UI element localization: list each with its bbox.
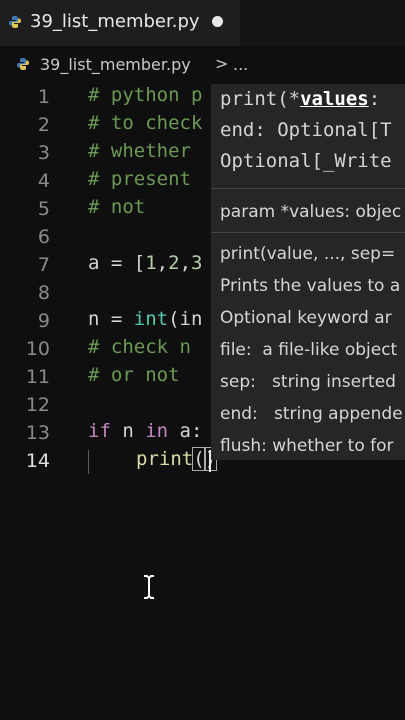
- code-token-function: print: [136, 448, 194, 470]
- code-token: ,: [179, 252, 192, 274]
- code-line-4: # present: [88, 168, 191, 190]
- active-parameter: values: [300, 88, 369, 110]
- code-line-11: # or not: [88, 364, 180, 386]
- signature-line-1: print(*values:: [220, 88, 380, 110]
- line-number: 2: [37, 114, 50, 136]
- doc-line: Optional keyword ar: [220, 308, 392, 328]
- doc-line: sep: string inserted: [220, 372, 396, 392]
- line-number: 13: [25, 422, 50, 444]
- breadcrumb-separator: >: [215, 54, 229, 73]
- code-line-5: # not: [88, 196, 146, 218]
- line-number: 5: [37, 198, 50, 220]
- doc-line: print(value, ..., sep=: [220, 244, 396, 264]
- hover-divider: [211, 188, 405, 189]
- code-line-2: # to check: [88, 112, 203, 134]
- code-line-14: print(): [136, 447, 218, 471]
- line-number: 7: [37, 254, 50, 276]
- indent-guide: [88, 450, 89, 474]
- code-line-1: # python p: [88, 84, 203, 106]
- code-token: ,: [156, 252, 169, 274]
- code-line-9: n = int(in: [88, 308, 202, 330]
- breadcrumb: 39_list_member.py > ...: [0, 52, 405, 78]
- code-line-7: a = [1,2,3: [88, 252, 202, 274]
- python-file-icon: [9, 16, 21, 28]
- code-token: a = [: [88, 252, 146, 274]
- breadcrumb-file[interactable]: 39_list_member.py: [40, 55, 191, 74]
- code-token-number: 2: [168, 252, 180, 274]
- code-line-13: if n in a:: [88, 420, 202, 442]
- param-doc: param *values: objec: [220, 202, 402, 222]
- signature-line-3: Optional[_Write: [220, 150, 392, 172]
- hover-divider: [211, 232, 405, 233]
- breadcrumb-more[interactable]: ...: [233, 55, 248, 74]
- python-file-icon: [17, 58, 29, 70]
- line-number: 10: [25, 338, 50, 360]
- doc-line: Prints the values to a: [220, 276, 401, 296]
- line-number: 11: [25, 366, 50, 388]
- code-token-keyword: in: [145, 420, 169, 442]
- code-line-3: # whether: [88, 140, 191, 162]
- line-number: 8: [37, 282, 50, 304]
- bracket-open: (: [192, 447, 206, 471]
- signature-line-2: end: Optional[T: [220, 119, 392, 141]
- code-token: a:: [168, 420, 203, 442]
- code-line-10: # check n: [88, 336, 191, 358]
- code-token-builtin: int: [133, 308, 169, 330]
- line-number: 12: [25, 394, 50, 416]
- signature-text: print(*: [220, 88, 301, 110]
- code-token-number: 3: [191, 252, 203, 274]
- code-token: n: [110, 420, 146, 442]
- tab-39-list-member[interactable]: 39_list_member.py: [0, 0, 240, 46]
- signature-hover-widget[interactable]: print(*values: end: Optional[T Optional[…: [211, 84, 405, 460]
- tab-bar: 39_list_member.py: [0, 0, 405, 46]
- line-number: 6: [37, 226, 50, 248]
- doc-line: flush: whether to for: [220, 436, 394, 456]
- code-token-number: 1: [145, 252, 157, 274]
- line-number: 1: [37, 86, 50, 108]
- code-token: (in: [168, 308, 203, 330]
- line-number: 3: [37, 142, 50, 164]
- doc-line: file: a file-like object: [220, 340, 398, 360]
- code-token: n =: [88, 308, 134, 330]
- ibeam-cursor-icon: [144, 575, 154, 599]
- doc-line: end: string appende: [220, 404, 403, 424]
- line-number: 9: [37, 310, 50, 332]
- signature-text: :: [368, 88, 381, 110]
- unsaved-dot-icon[interactable]: [212, 16, 223, 27]
- line-number: 4: [37, 170, 50, 192]
- line-number-active: 14: [25, 450, 50, 472]
- tab-label: 39_list_member.py: [30, 11, 200, 32]
- code-token-keyword: if: [88, 420, 111, 442]
